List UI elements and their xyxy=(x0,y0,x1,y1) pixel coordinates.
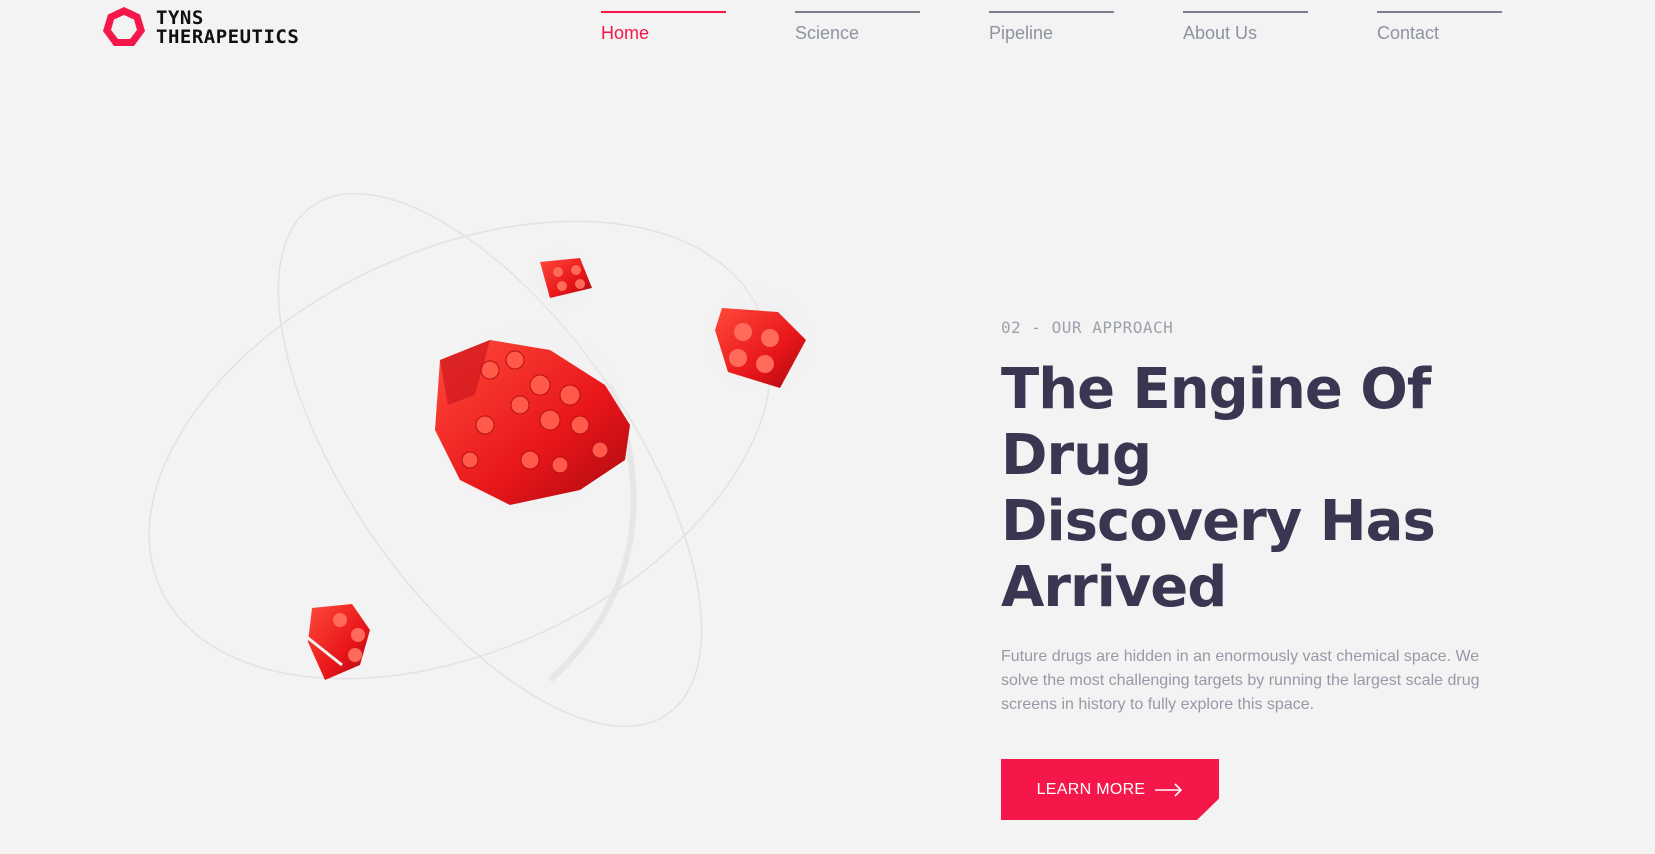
nav-item-home[interactable]: Home xyxy=(601,11,726,44)
learn-more-label: LEARN MORE xyxy=(1036,780,1146,798)
learn-more-button[interactable]: LEARN MORE xyxy=(1001,759,1219,820)
logo[interactable]: TYNS THERAPEUTICS xyxy=(100,4,299,52)
hero-headline: The Engine Of Drug Discovery Has Arrived xyxy=(1001,357,1436,620)
brick-cluster xyxy=(420,307,640,527)
main-nav: Home Science Pipeline About Us Contact xyxy=(601,11,1502,44)
nav-item-science[interactable]: Science xyxy=(795,11,920,44)
hero-description: Future drugs are hidden in an enormously… xyxy=(1001,648,1480,713)
section-eyebrow: 02 - OUR APPROACH xyxy=(1001,318,1174,337)
brick-small-top xyxy=(522,242,598,318)
nav-item-pipeline[interactable]: Pipeline xyxy=(989,11,1114,44)
brand-name-line2: THERAPEUTICS xyxy=(156,26,300,48)
hero-content: 02 - OUR APPROACH The Engine Of Drug Dis… xyxy=(1001,318,1521,820)
heptagon-logo-icon xyxy=(103,7,145,46)
brick-right xyxy=(698,278,822,402)
arrow-right-icon xyxy=(1155,783,1183,797)
nav-item-contact[interactable]: Contact xyxy=(1377,11,1502,44)
brick-bottom-left xyxy=(307,604,370,680)
brand-name: TYNS THERAPEUTICS xyxy=(156,9,299,47)
orbiting-bricks-illustration xyxy=(148,192,822,728)
hero-illustration xyxy=(130,160,822,745)
nav-item-about-us[interactable]: About Us xyxy=(1183,11,1308,44)
